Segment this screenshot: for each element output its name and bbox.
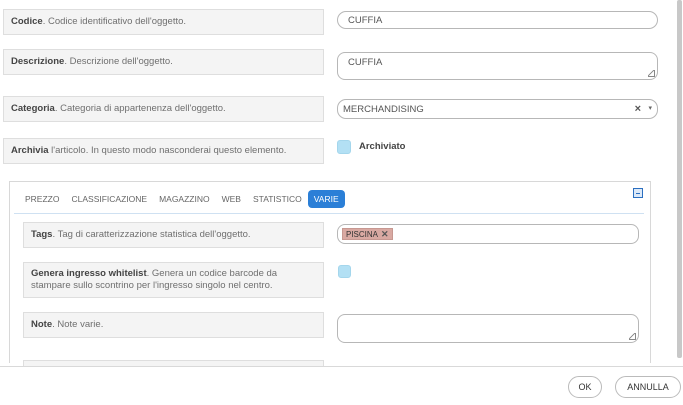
details-panel: PREZZO CLASSIFICAZIONE MAGAZZINO WEB STA… (9, 181, 651, 366)
dialog-footer: OK ANNULLA (0, 366, 683, 405)
codice-label: Codice (11, 16, 43, 27)
note-desc: . Note varie. (52, 319, 104, 330)
tab-prezzo[interactable]: PREZZO (19, 190, 65, 208)
descrizione-label: Descrizione (11, 56, 65, 67)
tab-statistico[interactable]: STATISTICO (247, 190, 308, 208)
descrizione-value: CUFFIA (348, 57, 383, 68)
categoria-value: MERCHANDISING (343, 103, 424, 115)
tags-input[interactable]: PISCINA ✕ (337, 224, 639, 244)
codice-desc: . Codice identificativo dell'oggetto. (42, 16, 187, 27)
categoria-label-box: Categoria. Categoria di appartenenza del… (3, 96, 324, 122)
tab-web[interactable]: WEB (216, 190, 247, 208)
whitelist-label-box: Genera ingresso whitelist. Genera un cod… (23, 262, 324, 298)
tab-classificazione[interactable]: CLASSIFICAZIONE (65, 190, 153, 208)
categoria-label: Categoria (11, 103, 55, 114)
archiviato-label: Archiviato (359, 141, 406, 152)
archivia-label: Archivia (11, 145, 49, 156)
scrollbar[interactable] (676, 0, 683, 360)
tab-magazzino[interactable]: MAGAZZINO (153, 190, 216, 208)
tags-label: Tags (31, 229, 53, 240)
note-textarea[interactable] (337, 314, 639, 343)
tag-chip: PISCINA ✕ (342, 228, 393, 240)
collapse-icon[interactable] (633, 188, 643, 198)
codice-value: CUFFIA (348, 14, 383, 26)
categoria-select[interactable]: MERCHANDISING × ▾ (337, 99, 658, 119)
archivia-desc: l'articolo. In questo modo nasconderai q… (48, 145, 287, 156)
whitelist-label: Genera ingresso whitelist (31, 268, 147, 279)
archiviato-checkbox[interactable] (337, 140, 351, 154)
tab-varie[interactable]: VARIE (307, 190, 345, 208)
scrollbar-thumb[interactable] (677, 0, 682, 358)
clear-icon[interactable]: × (635, 103, 641, 115)
codice-input[interactable]: CUFFIA (337, 11, 658, 29)
descrizione-desc: . Descrizione dell'oggetto. (64, 56, 173, 67)
descrizione-textarea[interactable]: CUFFIA (337, 52, 658, 80)
note-label-box: Note. Note varie. (23, 312, 324, 338)
note-label: Note (31, 319, 53, 330)
cancel-button[interactable]: ANNULLA (615, 376, 681, 398)
tabs-divider (14, 213, 644, 214)
ok-button[interactable]: OK (568, 376, 602, 398)
codice-label-box: Codice. Codice identificativo dell'ogget… (3, 9, 324, 35)
resize-handle-icon[interactable] (629, 333, 636, 340)
tag-remove-icon[interactable]: ✕ (381, 229, 389, 240)
descrizione-label-box: Descrizione. Descrizione dell'oggetto. (3, 49, 324, 75)
whitelist-checkbox[interactable] (338, 265, 351, 278)
tags-desc: . Tag di caratterizzazione statistica de… (52, 229, 251, 240)
categoria-desc: . Categoria di appartenenza dell'oggetto… (54, 103, 226, 114)
archivia-label-box: Archivia l'articolo. In questo modo nasc… (3, 138, 324, 164)
chevron-down-icon[interactable]: ▾ (648, 104, 652, 112)
resize-handle-icon[interactable] (648, 70, 655, 77)
tab-bar: PREZZO CLASSIFICAZIONE MAGAZZINO WEB STA… (19, 190, 345, 208)
tag-chip-label: PISCINA (346, 229, 379, 239)
tags-label-box: Tags. Tag di caratterizzazione statistic… (23, 222, 324, 248)
